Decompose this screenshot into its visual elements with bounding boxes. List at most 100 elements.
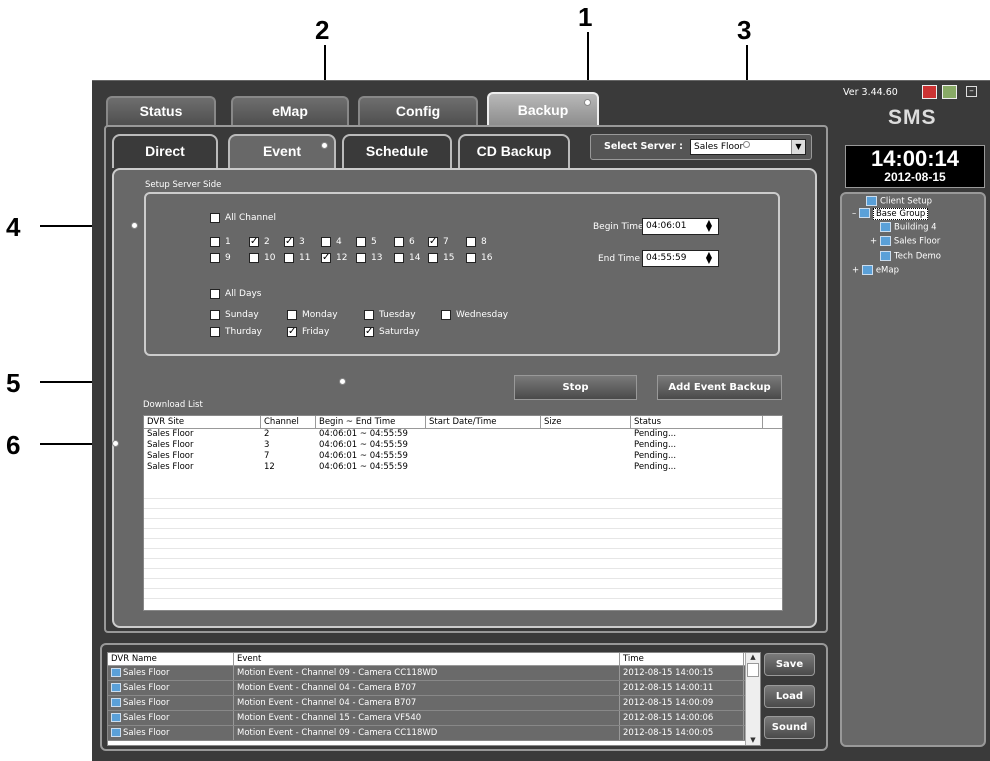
table-cell: Pending... (634, 451, 677, 461)
load-button[interactable]: Load (764, 685, 815, 708)
all-days-label: All Days (225, 289, 262, 299)
table-row[interactable]: Sales Floor Motion Event - Channel 15 - C… (108, 711, 760, 726)
column-header[interactable]: Channel (261, 416, 316, 428)
table-row[interactable]: Sales Floor Motion Event - Channel 09 - C… (108, 726, 760, 741)
column-header[interactable]: Begin ~ End Time (316, 416, 426, 428)
checkbox-box (364, 310, 374, 320)
table-row[interactable]: Sales Floor Motion Event - Channel 04 - C… (108, 696, 760, 711)
day-wednesday-checkbox[interactable]: Wednesday (441, 310, 508, 320)
add-event-backup-button[interactable]: Add Event Backup (657, 375, 782, 400)
sound-button[interactable]: Sound (764, 716, 815, 739)
table-row[interactable]: Sales Floor 3 04:06:01 ~ 04:55:59 Pending..… (144, 440, 782, 451)
channel-15-checkbox-label: 15 (443, 253, 455, 263)
column-header[interactable]: Time (620, 653, 744, 665)
minimize-icon[interactable]: – (966, 86, 977, 97)
channel-10-checkbox[interactable]: 10 (249, 253, 275, 263)
day-saturday-checkbox[interactable]: ✓ Saturday (364, 327, 420, 337)
table-cell: Pending... (634, 440, 677, 450)
callout-1: 1 (578, 2, 593, 32)
table-cell: Sales Floor (108, 726, 234, 740)
column-header[interactable]: Size (541, 416, 631, 428)
grid-line (144, 548, 782, 549)
channel-14-checkbox[interactable]: 14 (394, 253, 420, 263)
table-body: Sales Floor Motion Event - Channel 09 - C… (108, 666, 760, 741)
checkbox-box (210, 213, 220, 223)
tree-item-emap[interactable]: + eMap (852, 265, 899, 276)
table-cell: Sales Floor (147, 451, 194, 461)
column-header[interactable]: Start Date/Time (426, 416, 541, 428)
begin-time-input[interactable]: 04:06:01 ▲ ▼ (642, 218, 719, 235)
tree-item-client-setup[interactable]: Client Setup (866, 196, 932, 207)
channel-4-checkbox[interactable]: 4 (321, 237, 342, 247)
channel-3-checkbox[interactable]: ✓ 3 (284, 237, 305, 247)
end-time-input[interactable]: 04:55:59 ▲ ▼ (642, 250, 719, 267)
table-row[interactable]: Sales Floor Motion Event - Channel 04 - C… (108, 681, 760, 696)
table-cell: Sales Floor (108, 681, 234, 695)
channel-2-checkbox[interactable]: ✓ 2 (249, 237, 270, 247)
cell-text: 2012-08-15 14:00:06 (623, 713, 714, 723)
tab-status[interactable]: Status (106, 96, 216, 126)
subtab-schedule[interactable]: Schedule (342, 134, 452, 168)
day-friday-checkbox[interactable]: ✓ Friday (287, 327, 329, 337)
spinner-icon[interactable]: ▲ ▼ (702, 251, 716, 265)
table-row[interactable]: Sales Floor 2 04:06:01 ~ 04:55:59 Pending..… (144, 429, 782, 440)
channel-13-checkbox[interactable]: 13 (356, 253, 382, 263)
column-header[interactable]: Event (234, 653, 620, 665)
channel-1-checkbox[interactable]: 1 (210, 237, 231, 247)
checkbox-box (441, 310, 451, 320)
day-tuesday-checkbox[interactable]: Tuesday (364, 310, 416, 320)
scrollbar[interactable]: ▲ ▼ (745, 653, 760, 745)
spinner-icon[interactable]: ▲ ▼ (702, 219, 716, 233)
channel-6-checkbox[interactable]: 6 (394, 237, 415, 247)
channel-12-checkbox[interactable]: ✓ 12 (321, 253, 347, 263)
channel-15-checkbox[interactable]: 15 (428, 253, 454, 263)
alarm-icon[interactable] (922, 85, 937, 99)
table-cell: 2012-08-15 14:00:09 (620, 696, 744, 710)
day-thurday-checkbox[interactable]: Thurday (210, 327, 262, 337)
day-sunday-checkbox[interactable]: Sunday (210, 310, 259, 320)
subtab-event[interactable]: Event (228, 134, 336, 168)
all-channel-checkbox[interactable]: All Channel (210, 213, 276, 223)
checkbox-box (466, 253, 476, 263)
table-row[interactable]: Sales Floor 12 04:06:01 ~ 04:55:59 Pending.… (144, 462, 782, 473)
subtab-direct[interactable]: Direct (112, 134, 218, 168)
tree-item-tech-demo[interactable]: Tech Demo (880, 251, 941, 262)
channel-8-checkbox[interactable]: 8 (466, 237, 487, 247)
save-button[interactable]: Save (764, 653, 815, 676)
table-cell: Sales Floor (108, 711, 234, 725)
chevron-down-icon[interactable]: ▼ (791, 140, 805, 154)
day-monday-checkbox[interactable]: Monday (287, 310, 338, 320)
channel-16-checkbox[interactable]: 16 (466, 253, 492, 263)
all-days-checkbox[interactable]: All Days (210, 289, 261, 299)
channel-7-checkbox-label: 7 (443, 237, 449, 247)
tree-item-sales-floor[interactable]: + Sales Floor (870, 236, 940, 247)
table-cell: 04:06:01 ~ 04:55:59 (319, 462, 408, 472)
table-row[interactable]: Sales Floor 7 04:06:01 ~ 04:55:59 Pending..… (144, 451, 782, 462)
table-row[interactable]: Sales Floor Motion Event - Channel 09 - C… (108, 666, 760, 681)
table-cell (541, 462, 631, 473)
column-header[interactable]: DVR Name (108, 653, 234, 665)
channel-7-checkbox[interactable]: ✓ 7 (428, 237, 449, 247)
column-header[interactable]: Status (631, 416, 763, 428)
cell-text: Sales Floor (123, 728, 170, 738)
tab-config[interactable]: Config (358, 96, 478, 126)
callout-5: 5 (6, 368, 21, 398)
checkbox-box: ✓ (428, 236, 438, 247)
channel-11-checkbox[interactable]: 11 (284, 253, 310, 263)
event-log-table[interactable]: DVR Name Event Time Sales Floor Motion Even… (107, 652, 761, 746)
column-header[interactable]: DVR Site (144, 416, 261, 428)
channel-9-checkbox[interactable]: 9 (210, 253, 231, 263)
cell-text: Sales Floor (123, 713, 170, 723)
table-cell: 2012-08-15 14:00:15 (620, 666, 744, 680)
settings-icon[interactable] (942, 85, 957, 99)
table-cell: Motion Event - Channel 04 - Camera B707 (234, 696, 620, 710)
channel-5-checkbox[interactable]: 5 (356, 237, 377, 247)
tree-item-building-4[interactable]: Building 4 (880, 222, 937, 233)
tab-backup[interactable]: Backup (487, 92, 599, 126)
tree-item-base-group[interactable]: – Base Group (852, 207, 929, 220)
table-cell: Sales Floor (147, 440, 194, 450)
download-list-table[interactable]: DVR Site Channel Begin ~ End Time Start Dat… (143, 415, 783, 611)
subtab-cd-backup[interactable]: CD Backup (458, 134, 570, 168)
stop-button[interactable]: Stop (514, 375, 637, 400)
tab-emap[interactable]: eMap (231, 96, 349, 126)
